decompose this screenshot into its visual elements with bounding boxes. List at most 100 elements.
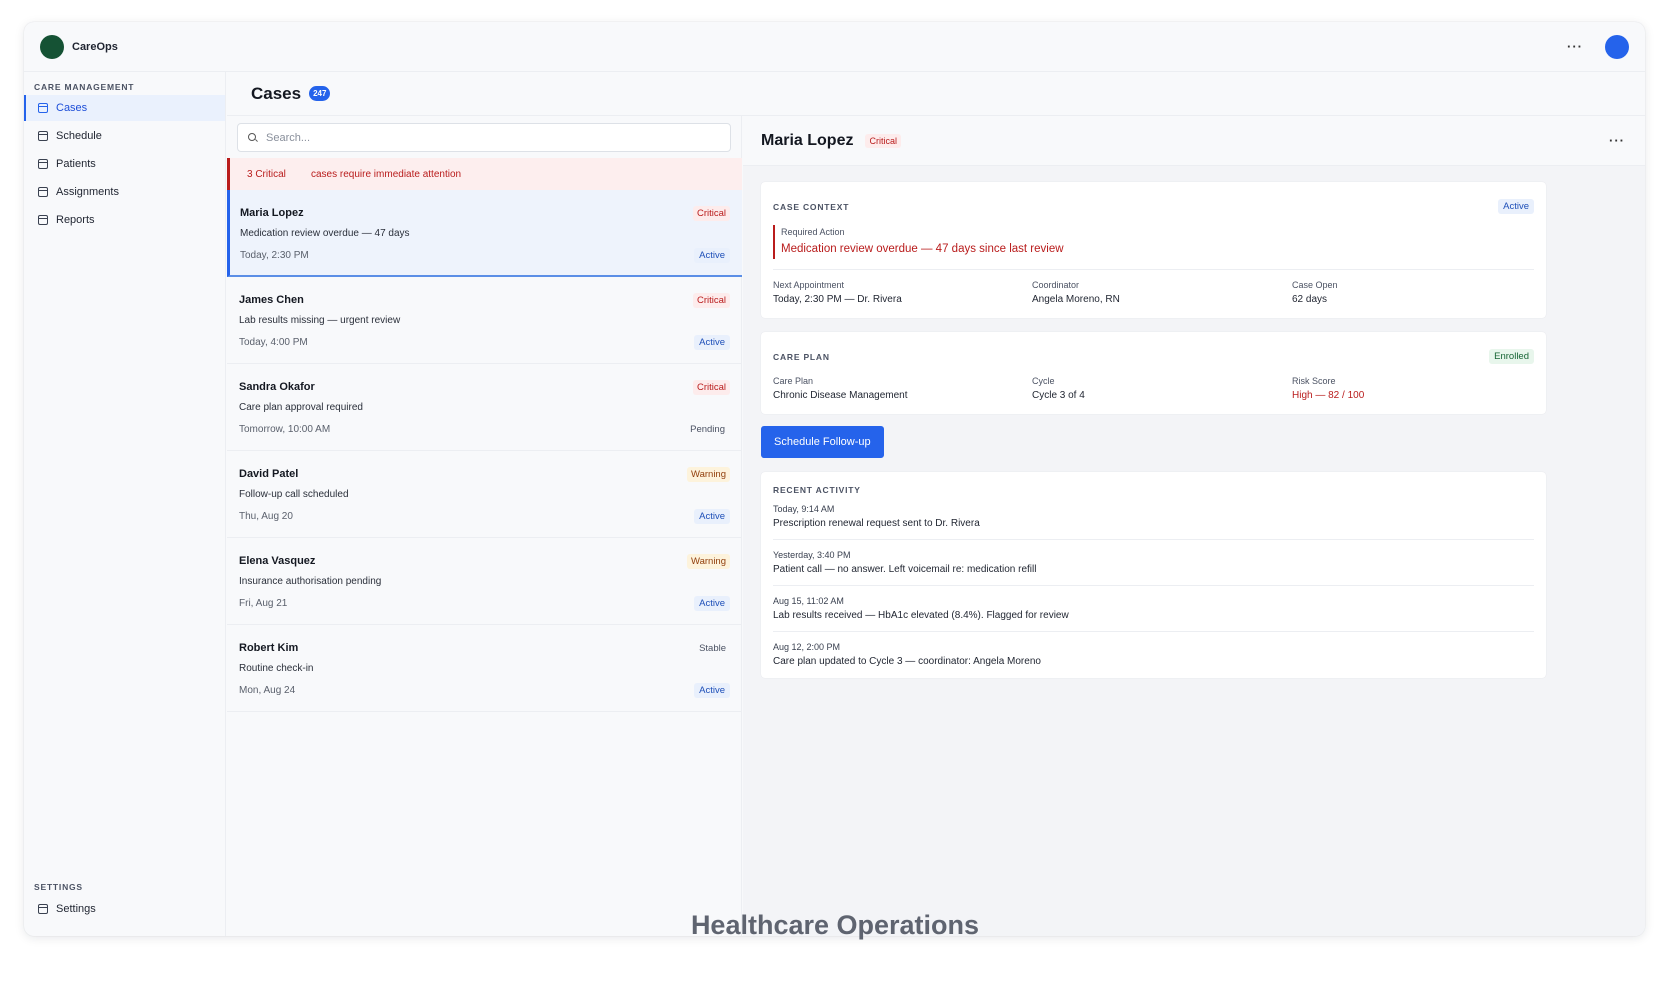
status-badge: Active xyxy=(694,335,730,350)
schedule-follow-up-button[interactable]: Schedule Follow-up xyxy=(761,426,884,458)
recent-activity-card: RECENT ACTIVITY Today, 9:14 AM Prescript… xyxy=(761,472,1546,678)
field-value: Today, 2:30 PM — Dr. Rivera xyxy=(773,294,902,305)
divider xyxy=(773,539,1534,540)
activity-item: Yesterday, 3:40 PM Patient call — no ans… xyxy=(773,550,1534,596)
coordinator-field: Coordinator Angela Moreno, RN xyxy=(1032,280,1120,305)
activity-text: Patient call — no answer. Left voicemail… xyxy=(773,564,1037,575)
case-list: Maria Lopez Medication review overdue — … xyxy=(227,190,742,712)
page-header: Cases 247 xyxy=(227,72,1645,116)
sidebar-section-settings: SETTINGS xyxy=(34,882,83,892)
case-name: Robert Kim xyxy=(239,642,299,654)
divider xyxy=(773,585,1534,586)
cycle-field: Cycle Cycle 3 of 4 xyxy=(1032,376,1085,401)
field-label: Next Appointment xyxy=(773,280,845,290)
sidebar-item-label: Cases xyxy=(56,102,88,114)
sidebar-item-patients[interactable]: Patients xyxy=(24,151,225,177)
severity-badge: Warning xyxy=(686,554,730,569)
sidebar-item-cases[interactable]: Cases xyxy=(24,95,225,121)
page-title: Cases xyxy=(251,83,302,103)
alert-message: cases require immediate attention xyxy=(311,168,462,180)
app-window: CareOps ··· CARE MANAGEMENT Cases Schedu… xyxy=(24,22,1645,936)
risk-score-field: Risk Score High — 82 / 100 xyxy=(1292,376,1364,401)
main-content: Cases 247 3 Critical cases require immed… xyxy=(227,72,1645,936)
sidebar-item-assignments[interactable]: Assignments xyxy=(24,179,225,205)
case-name: Elena Vasquez xyxy=(239,555,316,567)
sidebar-item-label: Patients xyxy=(56,158,96,170)
activity-text: Lab results received — HbA1c elevated (8… xyxy=(773,610,1069,621)
activity-text: Prescription renewal request sent to Dr.… xyxy=(773,518,980,529)
activity-text: Care plan updated to Cycle 3 — coordinat… xyxy=(773,656,1041,667)
case-time: Mon, Aug 24 xyxy=(239,685,296,696)
case-description: Care plan approval required xyxy=(239,402,363,413)
status-badge: Active xyxy=(694,509,730,524)
search-box[interactable] xyxy=(237,123,731,152)
activity-time: Aug 15, 11:02 AM xyxy=(773,596,844,606)
more-options-icon[interactable]: ··· xyxy=(1609,133,1625,148)
required-action-label: Required Action xyxy=(781,227,845,237)
case-time: Tomorrow, 10:00 AM xyxy=(239,424,331,435)
detail-header: Maria Lopez Critical ··· xyxy=(743,116,1645,166)
card-label: RECENT ACTIVITY xyxy=(773,485,861,495)
case-row-james-chen[interactable]: James Chen Lab results missing — urgent … xyxy=(227,277,742,364)
severity-badge: Warning xyxy=(686,467,730,482)
sidebar: CARE MANAGEMENT Cases Schedule Patients … xyxy=(24,72,226,936)
case-time: Today, 2:30 PM xyxy=(240,250,309,261)
case-name: James Chen xyxy=(239,294,304,306)
case-row-david-patel[interactable]: David Patel Follow-up call scheduled Thu… xyxy=(227,451,742,538)
case-open-field: Case Open 62 days xyxy=(1292,280,1338,305)
activity-time: Aug 12, 2:00 PM xyxy=(773,642,841,652)
case-count-badge: 247 xyxy=(309,86,331,101)
field-label: Care Plan xyxy=(773,376,814,386)
case-description: Insurance authorisation pending xyxy=(239,576,382,587)
page-caption: Healthcare Operations xyxy=(690,910,980,940)
case-time: Thu, Aug 20 xyxy=(239,511,293,522)
search-icon xyxy=(248,132,258,143)
status-badge: Active xyxy=(694,248,730,263)
case-name: Maria Lopez xyxy=(240,207,304,219)
case-row-maria-lopez[interactable]: Maria Lopez Medication review overdue — … xyxy=(227,190,742,277)
search-input[interactable] xyxy=(266,131,706,144)
activity-item: Aug 15, 11:02 AM Lab results received — … xyxy=(773,596,1534,642)
case-description: Routine check-in xyxy=(239,663,314,674)
case-row-elena-vasquez[interactable]: Elena Vasquez Insurance authorisation pe… xyxy=(227,538,742,625)
activity-time: Yesterday, 3:40 PM xyxy=(773,550,851,560)
more-options-icon[interactable]: ··· xyxy=(1567,40,1583,53)
sidebar-section-care-management: CARE MANAGEMENT xyxy=(34,82,135,92)
calendar-icon xyxy=(38,215,48,225)
case-description: Follow-up call scheduled xyxy=(239,489,349,500)
required-action-value: Medication review overdue — 47 days sinc… xyxy=(781,243,1064,255)
divider xyxy=(773,631,1534,632)
sidebar-item-schedule[interactable]: Schedule xyxy=(24,123,225,149)
severity-badge: Critical xyxy=(865,133,901,148)
alert-count: 3 Critical xyxy=(247,168,286,180)
sidebar-item-label: Reports xyxy=(56,214,95,226)
required-action: Required Action Medication review overdu… xyxy=(773,225,1064,259)
calendar-icon xyxy=(38,103,48,113)
case-row-sandra-okafor[interactable]: Sandra Okafor Care plan approval require… xyxy=(227,364,742,451)
sidebar-item-reports[interactable]: Reports xyxy=(24,207,225,233)
care-plan-field: Care Plan Chronic Disease Management xyxy=(773,376,908,401)
field-label: Coordinator xyxy=(1032,280,1080,290)
severity-badge: Critical xyxy=(692,293,730,308)
case-list-pane: 3 Critical cases require immediate atten… xyxy=(227,116,742,936)
calendar-icon xyxy=(38,131,48,141)
activity-item: Today, 9:14 AM Prescription renewal requ… xyxy=(773,504,1534,550)
severity-badge: Stable xyxy=(699,643,726,654)
app-name: CareOps xyxy=(72,40,118,53)
card-label: CARE PLAN xyxy=(773,352,830,362)
care-plan-card: CARE PLAN Enrolled Care Plan Chronic Dis… xyxy=(761,332,1546,414)
next-appointment-field: Next Appointment Today, 2:30 PM — Dr. Ri… xyxy=(773,280,902,305)
severity-badge: Critical xyxy=(692,206,730,221)
enrollment-badge: Enrolled xyxy=(1489,349,1534,364)
activity-item: Aug 12, 2:00 PM Care plan updated to Cyc… xyxy=(773,642,1534,688)
case-detail-pane: Maria Lopez Critical ··· CASE CONTEXT Ac… xyxy=(743,116,1645,936)
avatar[interactable] xyxy=(1605,34,1629,59)
sidebar-item-label: Assignments xyxy=(56,186,119,198)
case-row-robert-kim[interactable]: Robert Kim Routine check-in Mon, Aug 24 … xyxy=(227,625,742,712)
case-name: David Patel xyxy=(239,468,299,480)
calendar-icon xyxy=(38,159,48,169)
field-value: Chronic Disease Management xyxy=(773,390,908,401)
top-bar: CareOps ··· xyxy=(24,22,1645,72)
logo-icon xyxy=(40,34,64,59)
field-label: Case Open xyxy=(1292,280,1338,290)
